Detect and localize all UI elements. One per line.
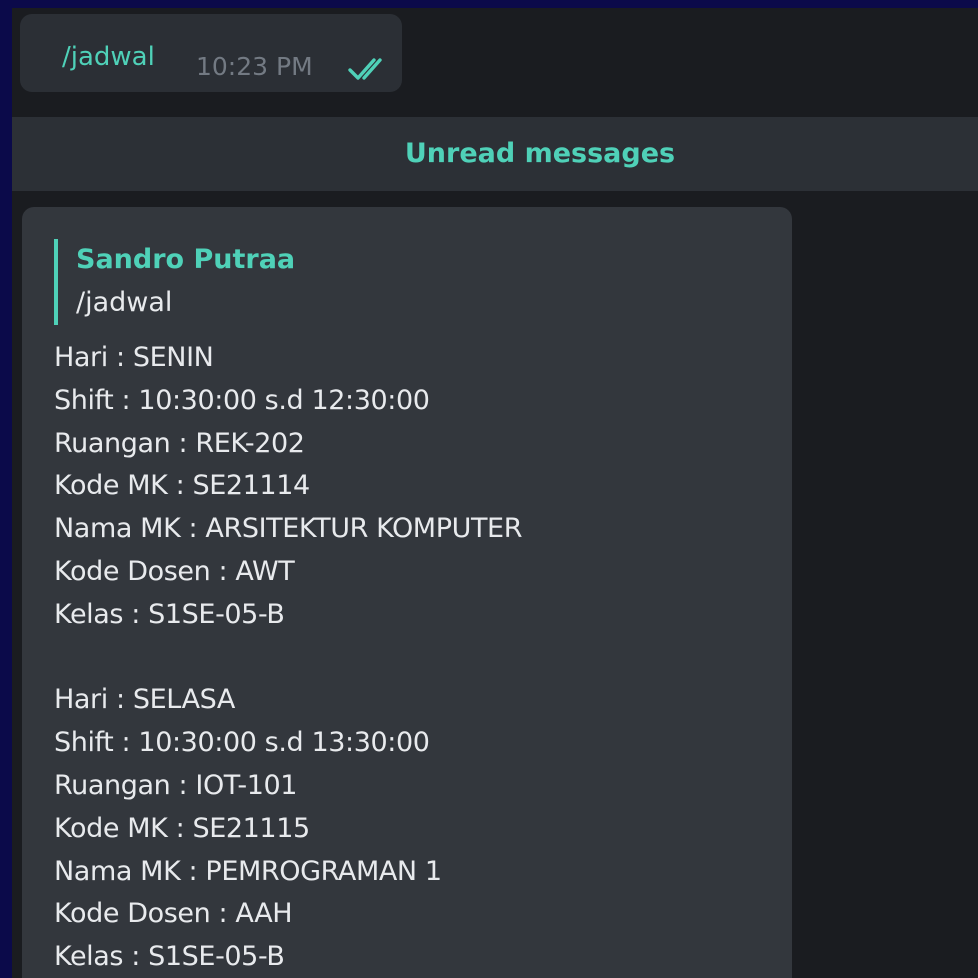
schedule-block: Hari : SENIN Shift : 10:30:00 s.d 12:30:…	[54, 337, 522, 637]
schedule-line: Ruangan : REK-202	[54, 427, 305, 459]
schedule-line: Kelas : S1SE-05-B	[54, 941, 285, 973]
schedule-line: Kelas : S1SE-05-B	[54, 598, 285, 630]
schedule-line: Hari : SENIN	[54, 342, 214, 373]
schedule-line: Nama MK : ARSITEKTUR KOMPUTER	[54, 513, 523, 545]
schedule-line: Kode Dosen : AAH	[54, 898, 293, 930]
schedule-line: Kode MK : SE21114	[54, 470, 310, 502]
schedule-message-body: Hari : SENIN Shift : 10:30:00 s.d 12:30:…	[54, 337, 522, 978]
schedule-line: Kode MK : SE21115	[54, 812, 310, 844]
schedule-line: Kode Dosen : AWT	[54, 555, 295, 587]
double-check-icon	[348, 58, 382, 80]
schedule-block: Hari : SELASA Shift : 10:30:00 s.d 13:30…	[54, 679, 522, 978]
reply-quoted-text: /jadwal	[76, 287, 173, 318]
outgoing-message-text: /jadwal	[62, 42, 155, 72]
reply-quote[interactable]: Sandro Putraa /jadwal	[54, 239, 295, 325]
unread-messages-label: Unread messages	[404, 138, 676, 169]
outgoing-message-bubble[interactable]: /jadwal 10:23 PM	[20, 14, 402, 92]
incoming-message-bubble[interactable]: Sandro Putraa /jadwal Hari : SENIN Shift…	[22, 207, 792, 978]
message-timestamp: 10:23 PM	[196, 52, 313, 81]
unread-messages-divider: Unread messages	[12, 117, 978, 191]
schedule-line: Shift : 10:30:00 s.d 12:30:00	[54, 384, 430, 416]
schedule-line: Nama MK : PEMROGRAMAN 1	[54, 855, 442, 887]
schedule-line: Shift : 10:30:00 s.d 13:30:00	[54, 727, 430, 759]
reply-author-name[interactable]: Sandro Putraa	[76, 239, 295, 281]
schedule-line: Hari : SELASA	[54, 684, 235, 716]
schedule-line: Ruangan : IOT-101	[54, 769, 298, 801]
chat-view: /jadwal 10:23 PM Unread messages Sandro …	[12, 8, 978, 978]
